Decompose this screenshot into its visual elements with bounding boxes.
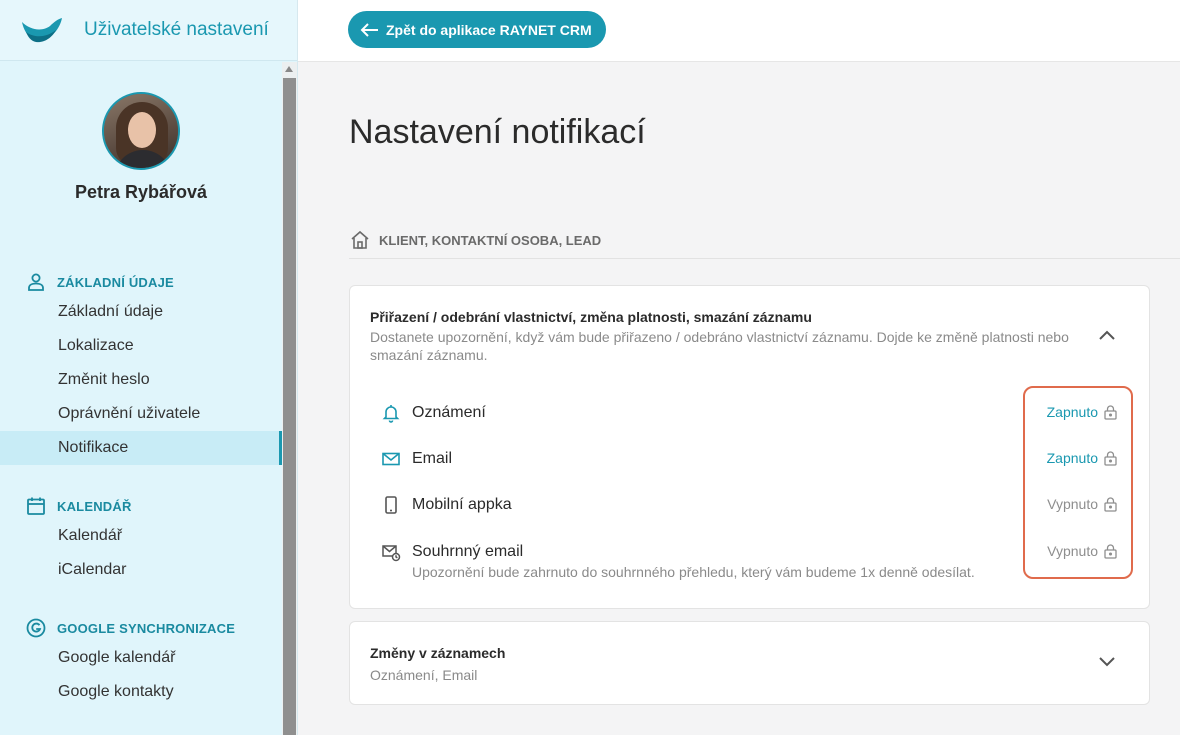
page-title: Nastavení notifikací bbox=[349, 113, 646, 151]
category-label: KLIENT, KONTAKTNÍ OSOBA, LEAD bbox=[379, 233, 602, 248]
notification-card-record-changes[interactable]: Změny v záznamech Oznámení, Email bbox=[349, 621, 1150, 705]
status-label: Vypnuto bbox=[1047, 543, 1098, 559]
lock-icon bbox=[1104, 404, 1117, 420]
card-description: Dostanete upozornění, když vám bude přiř… bbox=[370, 329, 1069, 363]
sidebar-item-google-contacts[interactable]: Google kontakty bbox=[0, 675, 282, 709]
card-title: Změny v záznamech bbox=[370, 645, 506, 661]
status-toggle-email[interactable]: Zapnuto bbox=[1047, 450, 1117, 466]
category-header: KLIENT, KONTAKTNÍ OSOBA, LEAD bbox=[349, 227, 1180, 259]
sidebar-scrollbar[interactable] bbox=[282, 62, 297, 735]
notification-row-announcement: Oznámení bbox=[381, 398, 1129, 428]
status-label: Zapnuto bbox=[1046, 450, 1098, 466]
section-label: GOOGLE SYNCHRONIZACE bbox=[57, 620, 236, 636]
sidebar-item-user-permissions[interactable]: Oprávnění uživatele bbox=[0, 397, 282, 431]
section-calendar: KALENDÁŘ Kalendář iCalendar bbox=[0, 495, 282, 587]
section-basic: ZÁKLADNÍ ÚDAJE Základní údaje Lokalizace… bbox=[0, 271, 282, 465]
sidebar: Uživatelské nastavení Petra Rybářová ZÁK… bbox=[0, 0, 298, 735]
status-label: Zapnuto bbox=[1046, 404, 1098, 420]
google-icon bbox=[26, 618, 46, 638]
arrow-left-icon bbox=[360, 22, 378, 37]
lock-icon bbox=[1104, 543, 1117, 559]
scroll-up-arrow-icon[interactable] bbox=[285, 66, 293, 72]
section-google: GOOGLE SYNCHRONIZACE Google kalendář Goo… bbox=[0, 617, 282, 709]
section-calendar-head: KALENDÁŘ bbox=[0, 495, 282, 517]
sidebar-title: Uživatelské nastavení bbox=[84, 19, 269, 40]
notification-card-ownership: Přiřazení / odebrání vlastnictví, změna … bbox=[349, 285, 1150, 609]
sidebar-item-google-calendar[interactable]: Google kalendář bbox=[0, 641, 282, 675]
chevron-up-icon[interactable] bbox=[1099, 330, 1115, 340]
lock-icon bbox=[1104, 450, 1117, 466]
back-button-label: Zpět do aplikace RAYNET CRM bbox=[386, 21, 592, 38]
notification-row-mobile: Mobilní appka bbox=[381, 490, 1129, 520]
section-label: ZÁKLADNÍ ÚDAJE bbox=[57, 274, 174, 290]
row-label: Email bbox=[412, 450, 453, 467]
back-to-crm-button[interactable]: Zpět do aplikace RAYNET CRM bbox=[348, 11, 606, 48]
sidebar-item-basic-info[interactable]: Základní údaje bbox=[0, 295, 282, 329]
status-toggle-announcement[interactable]: Zapnuto bbox=[1047, 404, 1117, 420]
avatar[interactable] bbox=[102, 92, 180, 170]
phone-icon bbox=[385, 496, 397, 514]
bell-icon bbox=[382, 405, 400, 423]
section-basic-head: ZÁKLADNÍ ÚDAJE bbox=[0, 271, 282, 293]
notification-row-email: Email bbox=[381, 444, 1129, 474]
sidebar-item-change-password[interactable]: Změnit heslo bbox=[0, 363, 282, 397]
summary-email-note: Upozornění bude zahrnuto do souhrnného p… bbox=[412, 564, 975, 580]
sidebar-header: Uživatelské nastavení bbox=[0, 0, 297, 61]
row-label: Oznámení bbox=[412, 404, 486, 421]
status-toggle-mobile[interactable]: Vypnuto bbox=[1047, 496, 1117, 512]
sidebar-content: Petra Rybářová ZÁKLADNÍ ÚDAJE Základní ú… bbox=[0, 62, 282, 735]
chevron-down-icon[interactable] bbox=[1099, 657, 1115, 667]
sidebar-item-notifications[interactable]: Notifikace bbox=[0, 431, 282, 465]
profile-name: Petra Rybářová bbox=[74, 182, 208, 202]
mail-icon bbox=[382, 452, 400, 466]
scroll-thumb[interactable] bbox=[283, 78, 296, 735]
notification-row-summary-email: Souhrnný email bbox=[381, 537, 1129, 567]
section-label: KALENDÁŘ bbox=[57, 498, 132, 514]
row-label: Mobilní appka bbox=[412, 496, 512, 513]
card-description: Oznámení, Email bbox=[370, 667, 478, 683]
profile: Petra Rybářová bbox=[0, 62, 282, 203]
section-google-head: GOOGLE SYNCHRONIZACE bbox=[0, 617, 282, 639]
sidebar-item-icalendar[interactable]: iCalendar bbox=[0, 553, 282, 587]
calendar-icon bbox=[27, 497, 45, 515]
topbar: Zpět do aplikace RAYNET CRM bbox=[298, 0, 1180, 62]
person-icon bbox=[28, 273, 44, 291]
sidebar-item-calendar[interactable]: Kalendář bbox=[0, 519, 282, 553]
sidebar-item-localization[interactable]: Lokalizace bbox=[0, 329, 282, 363]
status-toggle-summary-email[interactable]: Vypnuto bbox=[1047, 543, 1117, 559]
row-label: Souhrnný email bbox=[412, 543, 524, 560]
lock-icon bbox=[1104, 496, 1117, 512]
status-label: Vypnuto bbox=[1047, 496, 1098, 512]
raynet-logo-icon bbox=[22, 18, 62, 43]
status-highlight-box: Zapnuto Zapnuto Vypnuto Vypnuto bbox=[1023, 386, 1133, 579]
card-title: Přiřazení / odebrání vlastnictví, změna … bbox=[370, 309, 812, 325]
mail-clock-icon bbox=[382, 545, 401, 562]
home-icon bbox=[351, 230, 369, 249]
